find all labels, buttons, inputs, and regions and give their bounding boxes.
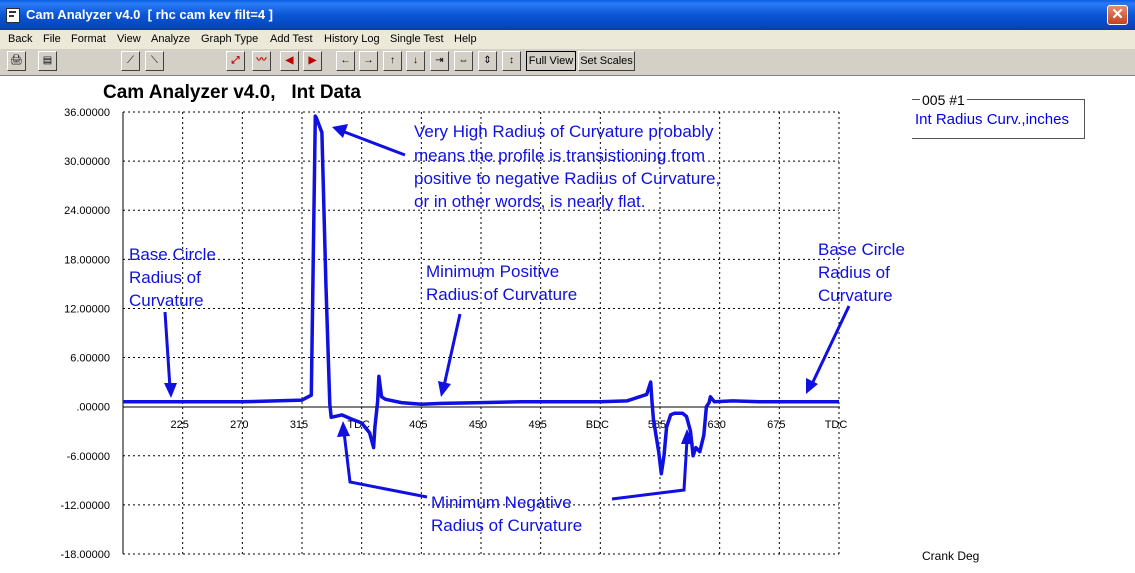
legend-id: 005 #1	[920, 92, 967, 108]
app-icon	[6, 8, 20, 23]
close-button[interactable]: ✕	[1107, 5, 1128, 25]
menu-analyze[interactable]: Analyze	[151, 33, 190, 45]
curve-up-icon[interactable]: ⟋	[121, 51, 140, 71]
expand-vertical-icon[interactable]: ↕	[502, 51, 521, 71]
toolbar: 🖨 ▤ ⟋ ⟍ ⤢ 〰 ◀ ▶ ← → ↑ ↓ ⇥ ⇔ ⇕ ↕ Full Vie…	[0, 49, 1135, 76]
window-title: Cam Analyzer v4.0 [ rhc cam kev filt=4 ]	[26, 7, 273, 22]
arrow-left-icon[interactable]: ←	[336, 51, 355, 71]
compress-vertical-icon[interactable]: ⇕	[478, 51, 497, 71]
menu-history-log[interactable]: History Log	[324, 33, 380, 45]
arrow-right-red-icon[interactable]: ▶	[303, 51, 322, 71]
menu-graph-type[interactable]: Graph Type	[201, 33, 258, 45]
menu-add-test[interactable]: Add Test	[270, 33, 313, 45]
menu-back[interactable]: Back	[8, 33, 32, 45]
expand-horizontal-icon[interactable]: ⇔	[454, 51, 473, 71]
menu-file[interactable]: File	[43, 33, 61, 45]
full-view-button[interactable]: Full View	[526, 51, 576, 71]
plot-area	[0, 76, 1135, 573]
print-icon[interactable]: 🖨	[7, 51, 26, 71]
menu-format[interactable]: Format	[71, 33, 106, 45]
arrow-down-icon[interactable]: ↓	[406, 51, 425, 71]
graph-line-icon[interactable]: 〰	[252, 51, 271, 71]
legend-label: Int Radius Curv.,inches	[915, 111, 1069, 128]
app-window: Cam Analyzer v4.0 [ rhc cam kev filt=4 ]…	[0, 0, 1135, 573]
set-scales-button[interactable]: Set Scales	[578, 51, 635, 71]
graph-overlay-icon[interactable]: ⤢	[226, 51, 245, 71]
arrow-left-red-icon[interactable]: ◀	[280, 51, 299, 71]
arrow-up-icon[interactable]: ↑	[383, 51, 402, 71]
menu-view[interactable]: View	[117, 33, 141, 45]
compress-horizontal-icon[interactable]: ⇥	[430, 51, 449, 71]
curve-down-icon[interactable]: ⟍	[145, 51, 164, 71]
menu-bar: Back File Format View Analyze Graph Type…	[0, 30, 1135, 49]
menu-single-test[interactable]: Single Test	[390, 33, 444, 45]
chart-title: Cam Analyzer v4.0, Int Data	[103, 82, 362, 103]
menu-help[interactable]: Help	[454, 33, 477, 45]
arrow-right-icon[interactable]: →	[359, 51, 378, 71]
title-bar[interactable]: Cam Analyzer v4.0 [ rhc cam kev filt=4 ]…	[0, 0, 1135, 30]
save-icon[interactable]: ▤	[38, 51, 57, 71]
